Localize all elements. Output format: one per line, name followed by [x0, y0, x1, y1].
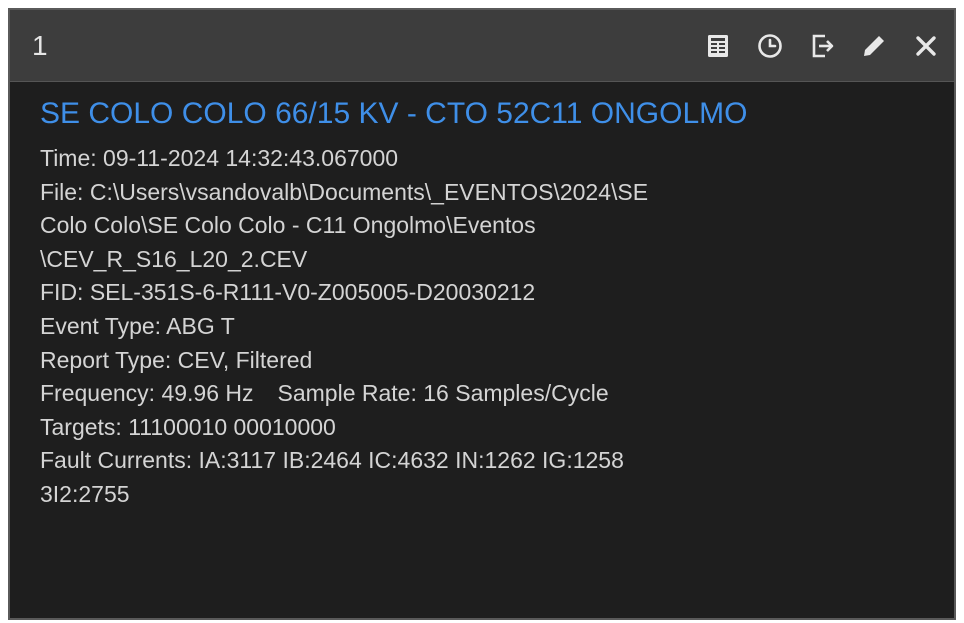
event-fid: FID: SEL-351S-6-R111-V0-Z005005-D2003021… [40, 279, 536, 306]
event-file-path-line-2: Colo Colo\SE Colo Colo - C11 Ongolmo\Eve… [40, 212, 536, 239]
event-file-path-line-1: File: C:\Users\vsandovalb\Documents\_EVE… [40, 178, 649, 205]
event-file-path-line-3: \CEV_R_S16_L20_2.CEV [40, 245, 308, 272]
export-icon [812, 34, 834, 58]
event-type: Event Type: ABG T [40, 312, 235, 339]
window-title-bar[interactable]: 1 [10, 10, 954, 82]
edit-button[interactable] [854, 26, 894, 66]
table-report-icon [708, 35, 728, 57]
fault-currents-line-1: Fault Currents: IA:3117 IB:2464 IC:4632 … [40, 447, 624, 474]
close-button[interactable] [906, 26, 946, 66]
fault-currents-line-2: 3I2:2755 [40, 480, 130, 507]
event-title: SE COLO COLO 66/15 KV - CTO 52C11 ONGOLM… [40, 97, 748, 130]
report-type: Report Type: CEV, Filtered [40, 346, 313, 373]
sample-rate: Sample Rate: 16 Samples/Cycle [277, 380, 609, 407]
close-icon [916, 36, 936, 56]
frequency-sample-rate: Frequency: 49.96 Hz Sample Rate: 16 Sampl… [40, 377, 940, 411]
targets: Targets: 11100010 00010000 [40, 413, 336, 440]
event-info-window: 1 SE COLO COLO 66/15 KV - CTO 52C11 ONGO… [8, 8, 956, 620]
clock-icon [758, 34, 782, 58]
page: ▀▀▀▀▀ ▀▀▀▀▀▀ 1 [0, 0, 964, 623]
window-title: 1 [32, 30, 48, 61]
pencil-icon [864, 36, 884, 56]
history-button[interactable] [750, 26, 790, 66]
cropped-heading: ▀▀▀▀▀ ▀▀▀▀▀▀ [0, 0, 964, 8]
export-button[interactable] [802, 26, 842, 66]
report-button[interactable] [698, 26, 738, 66]
cropped-heading-text: ▀▀▀▀▀ ▀▀▀▀▀▀ [48, 0, 226, 6]
frequency: Frequency: 49.96 Hz [40, 380, 254, 407]
event-time: Time: 09-11-2024 14:32:43.067000 [40, 145, 399, 171]
window-toolbar [686, 26, 946, 66]
event-details: SE COLO COLO 66/15 KV - CTO 52C11 ONGOLM… [40, 94, 940, 512]
